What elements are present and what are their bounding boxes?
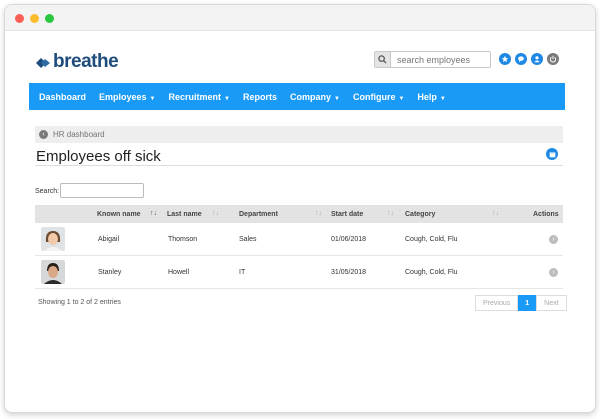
col-last-name[interactable]: Last name <box>167 211 202 218</box>
user-icon[interactable] <box>531 53 543 65</box>
table-search-input[interactable] <box>60 183 144 198</box>
cell-department: Sales <box>239 236 257 243</box>
sick-employees-table: Known name ↑↓ Last name ↑↓ Department ↑↓… <box>35 205 563 289</box>
avatar <box>41 260 65 284</box>
pagination: Previous 1 Next <box>475 295 567 311</box>
employee-search-input[interactable] <box>391 51 491 68</box>
chevron-down-icon: ▼ <box>149 95 156 102</box>
table-header: Known name ↑↓ Last name ↑↓ Department ↑↓… <box>35 205 563 223</box>
col-start-date[interactable]: Start date <box>331 211 363 218</box>
arrow-right-icon[interactable]: › <box>549 235 558 244</box>
sort-asc-icon[interactable]: ↑↓ <box>150 210 157 217</box>
avatar <box>41 227 65 251</box>
nav-help[interactable]: Help ▼ <box>417 92 445 102</box>
header-icons <box>499 53 559 65</box>
cell-known-name: Stanley <box>98 269 122 276</box>
table-row[interactable]: Stanley Howell IT 31/05/2018 Cough, Cold… <box>35 256 563 289</box>
cell-start-date: 01/06/2018 <box>331 236 367 243</box>
next-page-button[interactable]: Next <box>536 295 567 311</box>
table-info: Showing 1 to 2 of 2 entries <box>38 299 121 306</box>
breathe-logo[interactable]: breathe <box>35 51 119 73</box>
nav-company[interactable]: Company ▼ <box>290 92 340 102</box>
arrow-right-icon[interactable]: › <box>549 268 558 277</box>
window-titlebar <box>5 5 595 31</box>
col-known-name[interactable]: Known name <box>97 211 141 218</box>
nav-recruitment[interactable]: Recruitment ▼ <box>169 92 230 102</box>
employee-search <box>374 51 491 68</box>
calendar-icon[interactable] <box>546 148 558 160</box>
power-icon[interactable] <box>547 53 559 65</box>
col-department[interactable]: Department <box>239 211 278 218</box>
close-window-button[interactable] <box>15 14 24 23</box>
cell-last-name: Howell <box>168 269 190 276</box>
chevron-down-icon: ▼ <box>398 95 405 102</box>
nav-employees[interactable]: Employees ▼ <box>99 92 155 102</box>
nav-reports[interactable]: Reports <box>243 92 277 102</box>
sort-icon[interactable]: ↑↓ <box>212 210 219 217</box>
star-icon[interactable] <box>499 53 511 65</box>
chevron-down-icon: ▼ <box>224 95 230 102</box>
cell-category: Cough, Cold, Flu <box>405 236 458 243</box>
col-category[interactable]: Category <box>405 211 435 218</box>
app-header: breathe <box>5 31 595 83</box>
sort-icon[interactable]: ↑↓ <box>315 210 322 217</box>
nav-dashboard[interactable]: Dashboard <box>39 92 86 102</box>
minimize-window-button[interactable] <box>30 14 39 23</box>
nav-configure[interactable]: Configure ▼ <box>353 92 404 102</box>
page-1-button[interactable]: 1 <box>518 295 537 311</box>
table-row[interactable]: Abigail Thomson Sales 01/06/2018 Cough, … <box>35 223 563 256</box>
logo-text: breathe <box>53 51 119 72</box>
sort-icon[interactable]: ↑↓ <box>492 210 499 217</box>
cell-department: IT <box>239 269 246 276</box>
cell-start-date: 31/05/2018 <box>331 269 367 276</box>
chat-icon[interactable] <box>515 53 527 65</box>
chevron-down-icon: ▼ <box>439 95 446 102</box>
browser-window: breathe Dashboard Employees▼ Rec <box>4 4 596 413</box>
search-icon[interactable] <box>374 51 391 68</box>
breadcrumb-label[interactable]: HR dashboard <box>53 130 105 139</box>
back-arrow-icon[interactable]: ‹ <box>39 130 48 139</box>
page-title: Employees off sick <box>36 148 161 165</box>
cell-category: Cough, Cold, Flu <box>405 269 458 276</box>
table-search-label: Search: <box>35 188 60 195</box>
chevron-down-icon: ▼ <box>334 95 340 102</box>
title-divider <box>35 165 563 166</box>
previous-page-button[interactable]: Previous <box>475 295 519 311</box>
main-navbar: Dashboard Employees ▼ Recruitment ▼ Report… <box>29 83 565 110</box>
cell-known-name: Abigail <box>98 236 120 243</box>
logo-mark-icon <box>35 56 51 68</box>
sort-icon[interactable]: ↑↓ <box>387 210 394 217</box>
cell-last-name: Thomson <box>168 236 198 243</box>
col-actions: Actions <box>533 211 559 218</box>
maximize-window-button[interactable] <box>45 14 54 23</box>
breadcrumb[interactable]: ‹ HR dashboard <box>35 126 563 143</box>
